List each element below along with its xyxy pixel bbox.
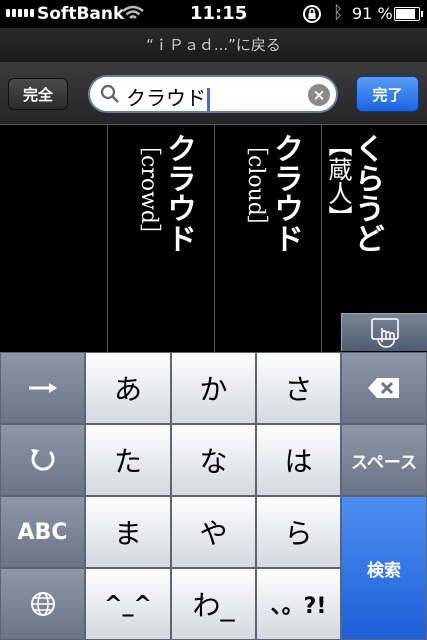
result-gloss: 【蔵人】 — [324, 133, 352, 229]
result-item — [0, 125, 107, 352]
carrier-name: SoftBank — [37, 4, 125, 24]
back-to-previous-button[interactable]: “ｉＰａｄ...”に戻る — [0, 28, 427, 62]
search-query: クラウド — [126, 86, 206, 110]
punctuation-key[interactable]: 、。?! — [256, 568, 341, 640]
kana-key-ma[interactable]: ま — [85, 496, 171, 568]
kana-key-ya[interactable]: や — [171, 496, 256, 568]
kana-key-a[interactable]: あ — [85, 352, 171, 424]
cursor-right-key[interactable] — [0, 352, 85, 424]
space-key[interactable]: スペース — [341, 424, 427, 496]
result-item[interactable]: クラウド ［crowd］ — [107, 125, 214, 352]
backspace-icon — [368, 378, 399, 398]
kana-key-ta[interactable]: た — [85, 424, 171, 496]
result-word: クラウド — [268, 133, 303, 253]
globe-icon — [30, 592, 55, 616]
result-gloss: ［cloud］ — [243, 133, 268, 238]
battery-percent: 91 % — [352, 4, 393, 23]
undo-key[interactable] — [0, 424, 85, 496]
handwriting-toggle-button[interactable] — [341, 313, 427, 351]
search-bar: 完全 クラウド × 完了 — [0, 62, 427, 125]
handwriting-icon — [371, 318, 399, 348]
text-caret — [207, 87, 210, 112]
clear-icon[interactable]: × — [308, 84, 330, 106]
search-input[interactable]: クラウド × — [88, 75, 338, 113]
undo-icon — [30, 449, 54, 471]
signal-strength-icon — [6, 9, 34, 17]
status-bar: SoftBank 11:15 ᛒ 91 % — [0, 0, 427, 28]
exact-match-button[interactable]: 完全 — [8, 78, 68, 110]
rotation-lock-icon — [303, 5, 321, 23]
kana-key-sa[interactable]: さ — [256, 352, 341, 424]
result-word: クラウド — [161, 133, 196, 253]
kana-key-wa[interactable]: わ_ — [171, 568, 256, 640]
result-gloss: ［crowd］ — [136, 133, 161, 246]
kana-key-ka[interactable]: か — [171, 352, 256, 424]
clock: 11:15 — [190, 3, 248, 24]
search-key[interactable]: 検索 — [341, 496, 427, 640]
bluetooth-icon: ᛒ — [333, 3, 344, 23]
globe-key[interactable] — [0, 568, 85, 640]
abc-key[interactable]: ABC — [0, 496, 85, 568]
done-button[interactable]: 完了 — [356, 76, 419, 112]
kana-key-ha[interactable]: は — [256, 424, 341, 496]
search-icon — [100, 84, 119, 103]
kana-key-ra[interactable]: ら — [256, 496, 341, 568]
wifi-icon — [122, 5, 144, 19]
kana-key-na[interactable]: な — [171, 424, 256, 496]
emoticon-key[interactable]: ^_^ — [85, 568, 171, 640]
battery-icon — [394, 7, 423, 21]
arrow-right-icon — [28, 383, 57, 393]
delete-key[interactable] — [341, 352, 427, 424]
kana-keyboard: ABC あ か さ た な は ま や ら ^_^ わ_ 、。?! スペース 検… — [0, 352, 427, 640]
result-item[interactable]: クラウド ［cloud］ — [214, 125, 321, 352]
